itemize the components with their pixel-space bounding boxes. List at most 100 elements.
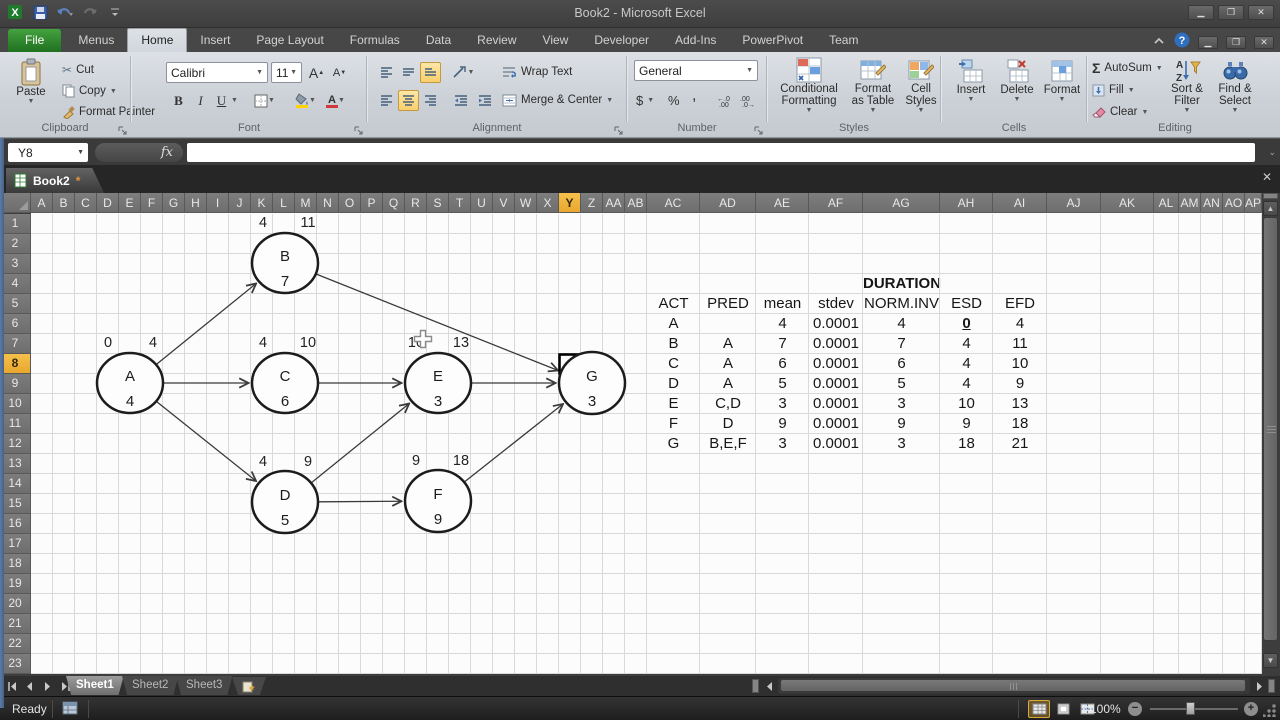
align-top-button[interactable] [376, 62, 397, 83]
ribbon-tab-view[interactable]: View [530, 29, 582, 52]
column-header-Q[interactable]: Q [383, 193, 405, 213]
grow-font-button[interactable]: A ▲ [306, 62, 327, 83]
row-header-15[interactable]: 15 [0, 494, 31, 514]
cell-AH8[interactable]: 4 [940, 354, 993, 374]
cell-AE8[interactable]: 6 [756, 354, 809, 374]
cell-AG7[interactable]: 7 [863, 334, 940, 354]
cell-AD10[interactable]: C,D [700, 394, 756, 414]
column-header-X[interactable]: X [537, 193, 559, 213]
workbook-restore-button[interactable]: ❐ [1226, 36, 1246, 49]
autosum-caret-icon[interactable]: ▼ [1156, 65, 1163, 72]
align-right-button[interactable] [420, 90, 441, 111]
insert-function-icon[interactable]: fx [161, 145, 173, 160]
cell-AI11[interactable]: 18 [993, 414, 1047, 434]
conditional-formatting-button[interactable]: Conditional Formatting ▼ [772, 57, 846, 114]
cell-AD11[interactable]: D [700, 414, 756, 434]
formula-input[interactable] [187, 143, 1255, 162]
paste-caret-icon[interactable]: ▼ [28, 98, 35, 105]
format-as-table-button[interactable]: Format as Table ▼ [848, 57, 898, 114]
cell-AF11[interactable]: 0.0001 [809, 414, 863, 434]
row-header-19[interactable]: 19 [0, 574, 31, 594]
cell-AG5[interactable]: NORM.INV [863, 294, 940, 314]
column-header-AB[interactable]: AB [625, 193, 647, 213]
column-header-S[interactable]: S [427, 193, 449, 213]
cell-AG9[interactable]: 5 [863, 374, 940, 394]
cell-AE5[interactable]: mean [756, 294, 809, 314]
column-header-AJ[interactable]: AJ [1047, 193, 1101, 213]
cell-AC9[interactable]: D [647, 374, 700, 394]
percent-button[interactable]: % [668, 90, 680, 110]
cell-AI5[interactable]: EFD [993, 294, 1047, 314]
row-header-4[interactable]: 4 [0, 274, 31, 294]
cell-AH7[interactable]: 4 [940, 334, 993, 354]
cell-AC12[interactable]: G [647, 434, 700, 454]
column-header-V[interactable]: V [493, 193, 515, 213]
restore-button[interactable]: ❐ [1218, 5, 1244, 20]
ribbon-tab-powerpivot[interactable]: PowerPivot [729, 29, 816, 52]
cell-AC10[interactable]: E [647, 394, 700, 414]
row-header-1[interactable]: 1 [0, 214, 31, 234]
row-header-13[interactable]: 13 [0, 454, 31, 474]
ribbon-tab-developer[interactable]: Developer [581, 29, 662, 52]
decrease-indent-button[interactable] [450, 90, 471, 111]
collapse-ribbon-icon[interactable] [1152, 34, 1166, 52]
copy-button[interactable]: Copy ▼ [62, 81, 117, 101]
column-header-R[interactable]: R [405, 193, 427, 213]
column-header-P[interactable]: P [361, 193, 383, 213]
prev-sheet-icon[interactable] [22, 678, 37, 694]
column-header-AI[interactable]: AI [993, 193, 1047, 213]
insert-worksheet-tab[interactable] [232, 677, 266, 695]
cell-AF7[interactable]: 0.0001 [809, 334, 863, 354]
column-header-N[interactable]: N [317, 193, 339, 213]
ribbon-tab-data[interactable]: Data [413, 29, 464, 52]
clear-button[interactable]: Clear ▼ [1092, 102, 1148, 122]
cell-AD12[interactable]: B,E,F [700, 434, 756, 454]
row-header-12[interactable]: 12 [0, 434, 31, 454]
merge-center-button[interactable]: Merge & Center ▼ [502, 90, 613, 110]
italic-button[interactable]: I [190, 90, 211, 111]
sort-filter-button[interactable]: AZ Sort & Filter ▼ [1164, 57, 1210, 114]
align-center-button[interactable] [398, 90, 419, 111]
ribbon-tab-menus[interactable]: Menus [65, 29, 127, 52]
currency-caret-icon[interactable]: ▼ [647, 97, 654, 104]
column-header-J[interactable]: J [229, 193, 251, 213]
row-header-9[interactable]: 9 [0, 374, 31, 394]
column-header-AK[interactable]: AK [1101, 193, 1154, 213]
column-header-AA[interactable]: AA [603, 193, 625, 213]
cell-AD9[interactable]: A [700, 374, 756, 394]
copy-caret-icon[interactable]: ▼ [110, 88, 117, 95]
column-header-L[interactable]: L [273, 193, 295, 213]
vertical-scrollbar[interactable]: ▲ ▼ [1262, 193, 1279, 675]
underline-caret-icon[interactable]: ▼ [231, 97, 238, 104]
cell-AE10[interactable]: 3 [756, 394, 809, 414]
column-header-G[interactable]: G [163, 193, 185, 213]
orientation-button[interactable]: ▼ [450, 62, 476, 83]
next-sheet-icon[interactable] [40, 678, 55, 694]
align-left-button[interactable] [376, 90, 397, 111]
clear-caret-icon[interactable]: ▼ [1141, 109, 1148, 116]
cell-AC8[interactable]: C [647, 354, 700, 374]
delete-cells-button[interactable]: Delete ▼ [996, 58, 1038, 103]
font-size-combo[interactable]: 11 ▼ [271, 62, 302, 83]
row-header-23[interactable]: 23 [0, 654, 31, 674]
find-select-button[interactable]: Find & Select ▼ [1212, 57, 1258, 114]
ribbon-tab-page-layout[interactable]: Page Layout [243, 29, 336, 52]
cell-AI8[interactable]: 10 [993, 354, 1047, 374]
document-close-icon[interactable]: ✕ [1262, 170, 1272, 184]
row-header-10[interactable]: 10 [0, 394, 31, 414]
select-all-corner[interactable] [0, 193, 31, 213]
column-header-AF[interactable]: AF [809, 193, 863, 213]
currency-button[interactable]: $ ▼ [636, 90, 654, 110]
column-header-Y[interactable]: Y [559, 193, 581, 213]
column-header-AH[interactable]: AH [940, 193, 993, 213]
tab-split-handle[interactable] [752, 679, 759, 693]
cell-AG11[interactable]: 9 [863, 414, 940, 434]
row-header-16[interactable]: 16 [0, 514, 31, 534]
cell-AD8[interactable]: A [700, 354, 756, 374]
name-box[interactable]: Y8 ▼ [8, 143, 88, 162]
cut-button[interactable]: ✂ Cut [62, 60, 94, 80]
fill-color-caret-icon[interactable]: ▼ [309, 97, 316, 104]
cell-AF6[interactable]: 0.0001 [809, 314, 863, 334]
autosum-button[interactable]: Σ AutoSum ▼ [1092, 58, 1163, 78]
alignment-dialog-launcher[interactable] [614, 122, 624, 135]
